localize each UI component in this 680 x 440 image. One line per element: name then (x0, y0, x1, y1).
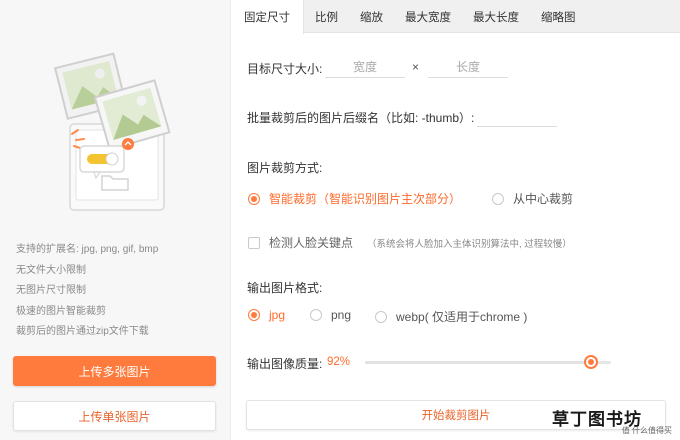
radio-label: png (331, 308, 352, 322)
mode-tabs: 固定尺寸 比例 缩放 最大宽度 最大长度 缩略图 (231, 0, 680, 34)
radio-label: 从中心裁剪 (513, 192, 574, 206)
radio-dot (248, 192, 260, 205)
tab-thumbnail[interactable]: 缩略图 (530, 0, 587, 33)
feature-item: 支持的扩展名: jpg, png, gif, bmp (16, 244, 159, 255)
radio-dot (492, 192, 504, 205)
tab-fixed-size[interactable]: 固定尺寸 (231, 0, 304, 34)
upload-single-button[interactable]: 上传单张图片 (13, 401, 216, 431)
height-input[interactable] (428, 56, 508, 78)
checkbox-box (248, 236, 260, 249)
slider-fill (365, 361, 592, 364)
feature-list: 支持的扩展名: jpg, png, gif, bmp 无文件大小限制 无图片尺寸… (16, 240, 221, 343)
watermark-sub: 值 什么值得买 (621, 426, 672, 435)
face-detect-checkbox[interactable]: 检测人脸关键点 （系统会将人脸加入主体识别算法中, 过程较慢） (248, 234, 572, 251)
feature-item: 极速的图片智能裁剪 (16, 305, 106, 317)
suffix-label: 批量裁剪后的图片后缀名（比如: -thumb）: (247, 111, 475, 125)
radio-dot (375, 310, 387, 323)
radio-smart-crop[interactable]: 智能裁剪（智能识别图片主次部分） (248, 190, 461, 207)
feature-item: 无文件大小限制 (16, 264, 86, 276)
tab-ratio[interactable]: 比例 (304, 0, 349, 33)
image-upload-illustration-icon (53, 52, 171, 211)
radio-format-webp[interactable]: webp( 仅适用于chrome ) (375, 308, 527, 325)
target-size-label: 目标尺寸大小: (247, 62, 323, 76)
radio-format-png[interactable]: png (310, 308, 351, 322)
checkbox-label: 检测人脸关键点 (269, 236, 354, 250)
radio-label: jpg (269, 308, 286, 322)
watermark: 草丁图书坊 值 什么值得买 (552, 398, 672, 436)
feature-item: 无图片尺寸限制 (16, 285, 86, 296)
feature-item: 裁剪后的图片通过zip文件下载 (16, 326, 149, 337)
left-panel: 支持的扩展名: jpg, png, gif, bmp 无文件大小限制 无图片尺寸… (0, 0, 231, 440)
face-detect-note: （系统会将人脸加入主体识别算法中, 过程较慢） (367, 238, 572, 250)
tab-max-width[interactable]: 最大宽度 (394, 0, 462, 33)
upload-multiple-button[interactable]: 上传多张图片 (13, 356, 216, 386)
radio-format-jpg[interactable]: jpg (248, 308, 285, 322)
quality-value: 92% (327, 356, 351, 368)
radio-dot (310, 309, 322, 321)
radio-label: webp( 仅适用于chrome ) (396, 310, 528, 324)
radio-dot (248, 309, 260, 321)
times-sign: × (412, 60, 420, 74)
quality-slider[interactable] (365, 355, 611, 369)
tab-scale[interactable]: 缩放 (349, 0, 394, 33)
width-input[interactable] (325, 56, 405, 78)
tab-max-length[interactable]: 最大长度 (462, 0, 530, 33)
radio-label: 智能裁剪（智能识别图片主次部分） (269, 192, 462, 206)
crop-settings-form: 目标尺寸大小: × 批量裁剪后的图片后缀名（比如: -thumb）: 图片裁剪方… (231, 34, 680, 440)
radio-center-crop[interactable]: 从中心裁剪 (492, 190, 573, 207)
suffix-input[interactable] (477, 105, 557, 127)
quality-label: 输出图像质量: (247, 357, 323, 371)
crop-mode-label: 图片裁剪方式: (247, 161, 323, 175)
slider-thumb[interactable] (584, 355, 599, 369)
format-label: 输出图片格式: (247, 281, 323, 295)
